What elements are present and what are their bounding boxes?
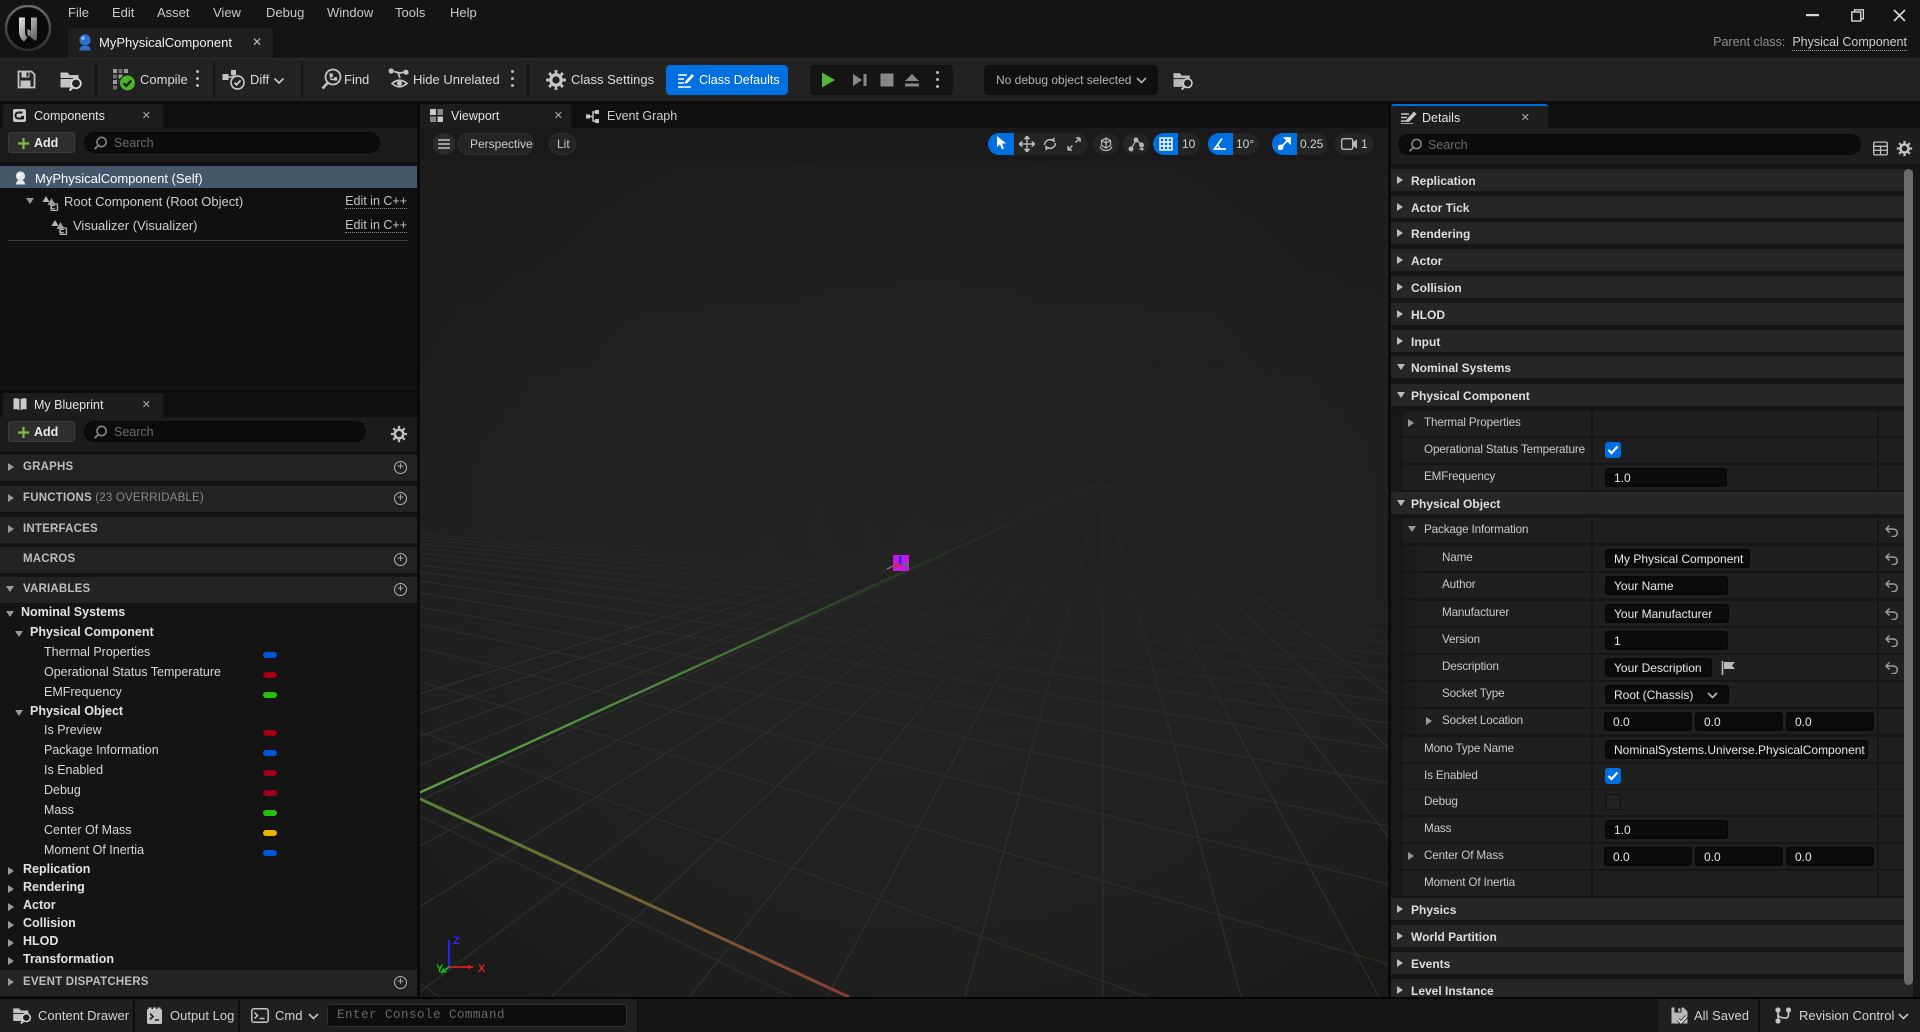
svg-text:X: X <box>478 963 486 975</box>
svg-text:Y: Y <box>436 963 444 975</box>
svg-text:Z: Z <box>453 935 460 947</box>
